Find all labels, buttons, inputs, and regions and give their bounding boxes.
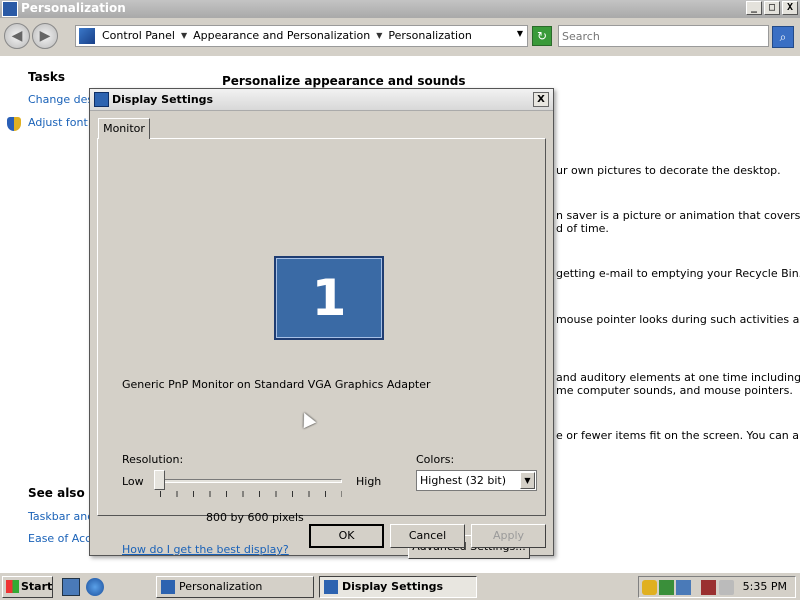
chevron-down-icon[interactable]: ▼ (520, 472, 535, 489)
tasks-heading: Tasks (28, 70, 66, 84)
navigation-bar: ◀ ▶ Control Panel ▼ Appearance and Perso… (0, 18, 800, 56)
close-button[interactable]: X (782, 1, 798, 15)
minimize-button[interactable]: _ (746, 1, 762, 15)
windows-logo-icon (6, 580, 19, 593)
show-desktop-icon[interactable] (62, 578, 80, 596)
control-panel-icon (79, 28, 95, 44)
clock[interactable]: 5:35 PM (743, 580, 787, 593)
volume-muted-icon[interactable] (719, 580, 734, 595)
internet-explorer-icon[interactable] (86, 578, 104, 596)
taskbar-item-label: Personalization (179, 580, 263, 593)
start-label: Start (21, 580, 53, 593)
resolution-slider-ticks (160, 491, 342, 497)
display-settings-dialog: Display Settings X Monitor 1 Generic PnP… (89, 88, 554, 559)
resolution-high-label: High (356, 475, 382, 488)
network-icon[interactable] (659, 580, 674, 595)
breadcrumb-chevron-icon[interactable]: ▼ (376, 31, 382, 40)
breadcrumb-control-panel[interactable]: Control Panel (102, 29, 175, 42)
dialog-titlebar[interactable]: Display Settings X (90, 89, 553, 111)
dialog-close-button[interactable]: X (533, 92, 549, 107)
personalization-app-icon (2, 1, 18, 17)
address-dropdown-icon[interactable]: ▼ (517, 29, 523, 38)
taskbar-item-display-settings[interactable]: Display Settings (319, 576, 477, 598)
resolution-label: Resolution: (122, 453, 184, 466)
personalization-task-icon (161, 580, 175, 594)
monitor-tray-icon[interactable] (676, 580, 691, 595)
sounds-description: getting e-mail to emptying your Recycle … (556, 267, 800, 280)
forward-button[interactable]: ▶ (32, 23, 58, 49)
cancel-button[interactable]: Cancel (390, 524, 465, 548)
colors-label: Colors: (416, 453, 455, 466)
start-button[interactable]: Start (2, 576, 53, 598)
display-settings-task-icon (324, 580, 338, 594)
taskbar-item-personalization[interactable]: Personalization (156, 576, 314, 598)
security-shield-icon[interactable] (642, 580, 657, 595)
apply-button[interactable]: Apply (471, 524, 546, 548)
tab-monitor[interactable]: Monitor (98, 118, 150, 139)
back-button[interactable]: ◀ (4, 23, 30, 49)
colors-selected-value: Highest (32 bit) (420, 474, 507, 487)
page-title: Personalize appearance and sounds (222, 74, 466, 88)
breadcrumb-chevron-icon[interactable]: ▼ (181, 31, 187, 40)
search-input[interactable] (558, 25, 769, 47)
desktop-background-description: ur own pictures to decorate the desktop. (556, 164, 781, 177)
see-also-heading: See also (28, 486, 85, 500)
taskbar-link[interactable]: Taskbar and (28, 510, 94, 523)
theme-description-2: me computer sounds, and mouse pointers. (556, 384, 793, 397)
taskbar: Start Personalization Display Settings 5… (0, 572, 800, 600)
resolution-slider-track[interactable] (160, 479, 342, 483)
theme-description: and auditory elements at one time includ… (556, 371, 800, 384)
network-disconnected-icon[interactable] (701, 580, 716, 595)
dialog-title: Display Settings (112, 93, 214, 106)
refresh-button[interactable]: ↻ (532, 26, 552, 46)
address-bar[interactable]: Control Panel ▼ Appearance and Personali… (75, 25, 528, 47)
breadcrumb-appearance[interactable]: Appearance and Personalization (193, 29, 370, 42)
display-icon (94, 92, 109, 107)
adjust-font-size-link[interactable]: Adjust font s (28, 116, 97, 129)
ok-button[interactable]: OK (309, 524, 384, 548)
breadcrumb-personalization[interactable]: Personalization (388, 29, 471, 42)
colors-select[interactable]: Highest (32 bit) ▼ (416, 470, 537, 491)
resolution-value: 800 by 600 pixels (206, 511, 304, 524)
best-display-help-link[interactable]: How do I get the best display? (122, 543, 289, 556)
window-controls: _ □ X (746, 1, 798, 15)
breadcrumb: Control Panel ▼ Appearance and Personali… (102, 29, 472, 42)
ease-of-access-link[interactable]: Ease of Acce (28, 532, 98, 545)
search-icon[interactable]: ⌕ (772, 26, 794, 48)
monitor-number: 1 (276, 258, 382, 338)
window-title: Personalization (21, 1, 126, 15)
maximize-button[interactable]: □ (764, 1, 780, 15)
resolution-low-label: Low (122, 475, 144, 488)
resolution-slider-thumb[interactable] (154, 470, 165, 490)
monitor-tab-panel: 1 Generic PnP Monitor on Standard VGA Gr… (97, 138, 546, 559)
screen-saver-description-2: d of time. (556, 222, 609, 235)
display-settings-description: e or fewer items fit on the screen. You … (556, 429, 800, 442)
taskbar-item-label: Display Settings (342, 580, 444, 593)
monitor-icon[interactable]: 1 (274, 256, 384, 340)
uac-shield-icon (7, 117, 21, 131)
system-tray: 5:35 PM (638, 576, 796, 598)
mouse-pointers-description: mouse pointer looks during such activiti… (556, 313, 800, 326)
screen-saver-description: n saver is a picture or animation that c… (556, 209, 800, 222)
monitor-description: Generic PnP Monitor on Standard VGA Grap… (122, 378, 431, 391)
window-titlebar[interactable]: Personalization _ □ X (0, 0, 800, 18)
